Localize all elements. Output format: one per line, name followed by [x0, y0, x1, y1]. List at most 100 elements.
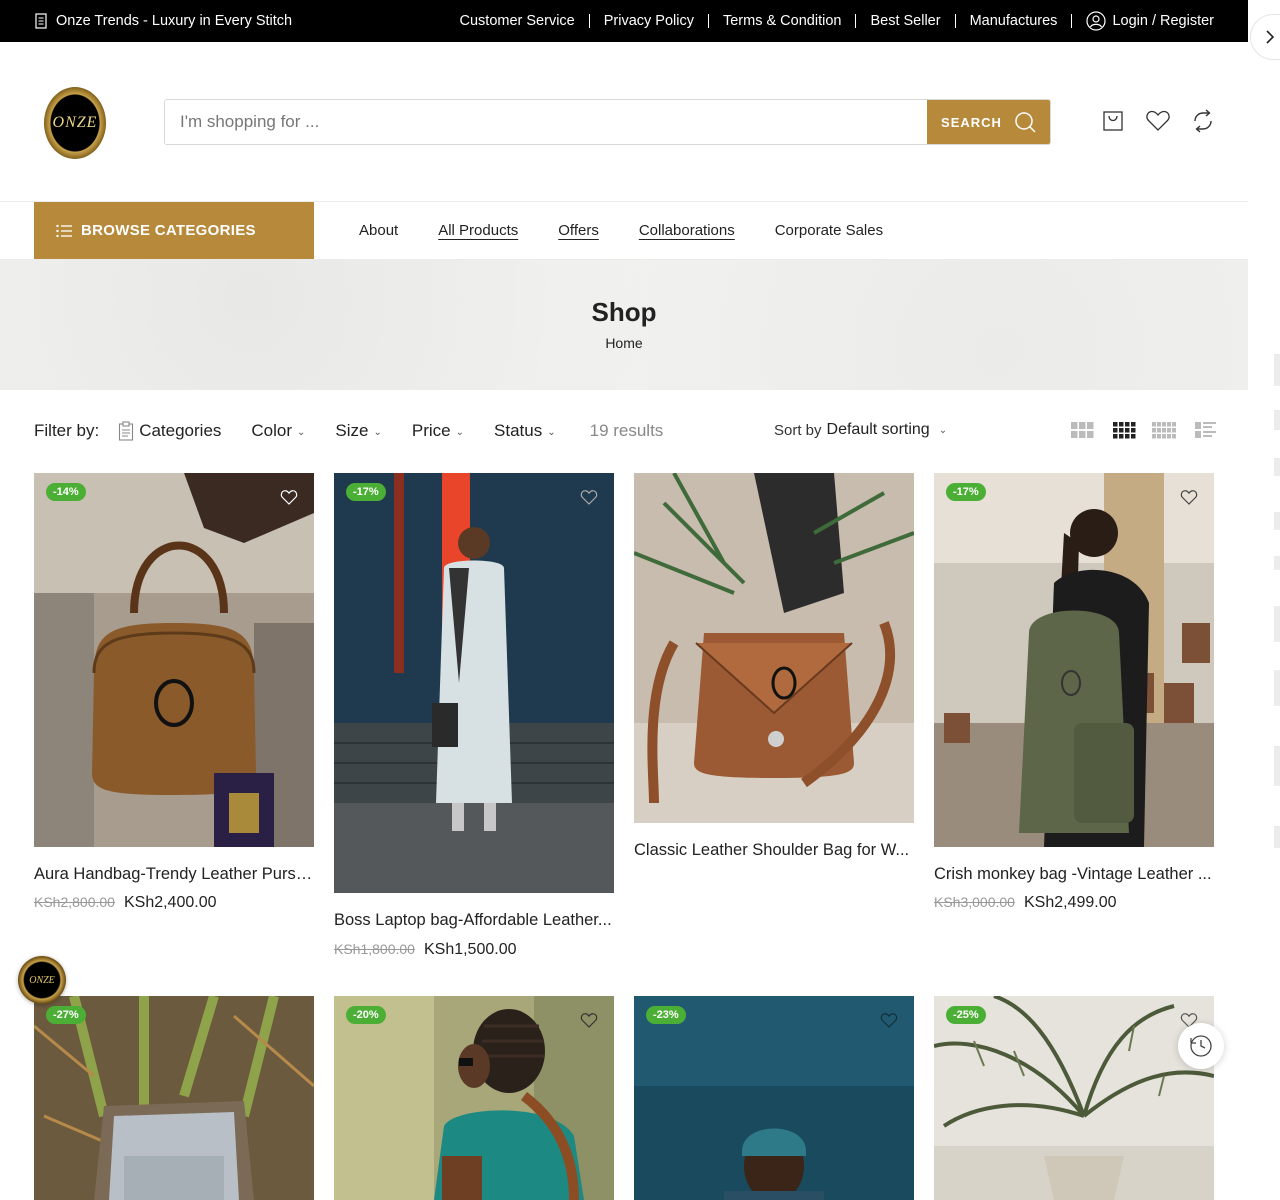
grid-3-icon[interactable]: [1070, 421, 1095, 439]
header-icons: [1100, 108, 1216, 134]
product-price: KSh3,000.00 KSh2,499.00: [934, 894, 1117, 912]
list-icon: [56, 224, 72, 237]
heart-icon[interactable]: [580, 489, 598, 505]
page-title: Shop: [591, 297, 657, 327]
search-button[interactable]: SEARCH: [927, 100, 1050, 144]
grid-5-icon[interactable]: [1152, 421, 1177, 439]
privacy-policy-link[interactable]: Privacy Policy: [590, 14, 709, 28]
grid-4-icon[interactable]: [1111, 421, 1136, 439]
product-image[interactable]: -17%: [934, 473, 1214, 847]
clipboard-icon: [119, 421, 134, 441]
browse-categories-button[interactable]: BROWSE CATEGORIES: [34, 202, 314, 259]
sort-value: Default sorting: [826, 421, 930, 438]
logo-text: ONZE: [52, 114, 98, 131]
product-image[interactable]: -14%: [34, 473, 314, 847]
site-header: ONZE SEARCH: [0, 42, 1248, 202]
filter-price[interactable]: Price ⌄: [412, 421, 464, 441]
product-name[interactable]: Crish monkey bag -Vintage Leather ...: [934, 865, 1214, 884]
search-input[interactable]: [165, 100, 927, 144]
heart-icon[interactable]: [1180, 489, 1198, 505]
discount-badge: -17%: [346, 483, 386, 501]
edge-mark: [1274, 746, 1280, 786]
edge-mark: [1274, 458, 1280, 476]
manufactures-link[interactable]: Manufactures: [956, 14, 1073, 28]
woman-shoulder-bag-photo: [334, 996, 614, 1200]
sort-dropdown[interactable]: Sort by Default sorting ⌄: [774, 421, 947, 439]
filter-color-label: Color: [251, 421, 293, 440]
old-price: KSh2,800.00: [34, 894, 115, 910]
nav-about[interactable]: About: [359, 222, 398, 239]
discount-badge: -20%: [346, 1006, 386, 1024]
chevron-down-icon: ⌄: [297, 426, 306, 438]
edge-mark: [1274, 826, 1280, 848]
product-image[interactable]: [634, 473, 914, 823]
compare-button[interactable]: [1190, 108, 1216, 134]
heart-icon[interactable]: [880, 1012, 898, 1028]
top-bar: Onze Trends - Luxury in Every Stitch Cus…: [0, 0, 1248, 42]
list-view-icon[interactable]: [1193, 421, 1218, 439]
filter-status[interactable]: Status ⌄: [494, 421, 556, 441]
edge-mark: [1274, 556, 1280, 570]
results-count: 19 results: [589, 421, 664, 440]
product-image[interactable]: -25%: [934, 996, 1214, 1200]
old-price: KSh3,000.00: [934, 894, 1015, 910]
breadcrumb-home[interactable]: Home: [0, 335, 1248, 351]
product-price: KSh2,800.00 KSh2,400.00: [34, 894, 217, 912]
tagline-text: Onze Trends - Luxury in Every Stitch: [56, 13, 293, 29]
page-banner: Shop Home: [0, 260, 1248, 390]
nav-corporate-sales[interactable]: Corporate Sales: [775, 222, 883, 239]
chevron-down-icon: ⌄: [373, 426, 382, 438]
cart-icon: [1103, 111, 1123, 131]
search-button-label: SEARCH: [941, 114, 1002, 130]
heart-icon[interactable]: [580, 1012, 598, 1028]
discount-badge: -17%: [946, 483, 986, 501]
filter-color[interactable]: Color ⌄: [251, 421, 305, 441]
filter-label: Filter by:: [34, 421, 100, 440]
filter-size[interactable]: Size ⌄: [335, 421, 381, 441]
best-seller-link[interactable]: Best Seller: [856, 14, 956, 28]
login-register-link[interactable]: Login / Register: [1072, 11, 1214, 31]
product-image[interactable]: -17%: [334, 473, 614, 893]
refresh-icon: [1194, 109, 1212, 133]
nav-all-products[interactable]: All Products: [438, 222, 518, 239]
product-name[interactable]: Aura Handbag-Trendy Leather Purse...: [34, 865, 314, 884]
cooler-bag-photo: [34, 996, 314, 1200]
chevron-down-icon: ⌄: [938, 424, 948, 436]
search-icon: [1015, 112, 1036, 133]
cart-button[interactable]: [1100, 108, 1126, 134]
edge-mark: [1274, 410, 1280, 430]
terms-condition-link[interactable]: Terms & Condition: [709, 14, 857, 28]
filter-status-label: Status: [494, 421, 543, 440]
nav-collaborations[interactable]: Collaborations: [639, 222, 735, 239]
customer-service-link[interactable]: Customer Service: [460, 14, 590, 28]
recently-viewed-button[interactable]: [1178, 1023, 1224, 1069]
chevron-down-icon: ⌄: [547, 426, 556, 438]
filter-categories[interactable]: Categories: [118, 421, 221, 441]
heart-icon[interactable]: [280, 489, 298, 505]
product-image[interactable]: -23%: [634, 996, 914, 1200]
nav-offers[interactable]: Offers: [558, 222, 599, 239]
main-nav: BROWSE CATEGORIES About All Products Off…: [0, 202, 1248, 260]
product-name[interactable]: Classic Leather Shoulder Bag for W...: [634, 841, 914, 860]
product-image[interactable]: -27%: [34, 996, 314, 1200]
edge-mark: [1274, 606, 1280, 642]
login-register-label: Login / Register: [1112, 13, 1214, 29]
sale-price: KSh2,400.00: [123, 894, 217, 911]
floating-chat-logo[interactable]: ONZE: [18, 956, 66, 1004]
top-bar-tagline: Onze Trends - Luxury in Every Stitch: [34, 13, 292, 29]
site-logo[interactable]: ONZE: [44, 87, 106, 159]
product-name[interactable]: Boss Laptop bag-Affordable Leather...: [334, 911, 614, 930]
float-logo-text: ONZE: [29, 974, 55, 986]
search-bar: SEARCH: [164, 99, 1051, 145]
chevron-down-icon: ⌄: [455, 426, 465, 438]
view-switcher: [1070, 421, 1218, 439]
wishlist-button[interactable]: [1145, 108, 1171, 134]
product-image[interactable]: -20%: [334, 996, 614, 1200]
nav-links: About All Products Offers Collaborations…: [359, 222, 883, 239]
filter-size-label: Size: [335, 421, 369, 440]
document-icon: [35, 13, 47, 29]
chevron-right-icon: [1266, 30, 1275, 44]
history-icon: [1190, 1035, 1212, 1057]
edge-mark: [1274, 670, 1280, 706]
browse-categories-label: BROWSE CATEGORIES: [81, 222, 256, 239]
